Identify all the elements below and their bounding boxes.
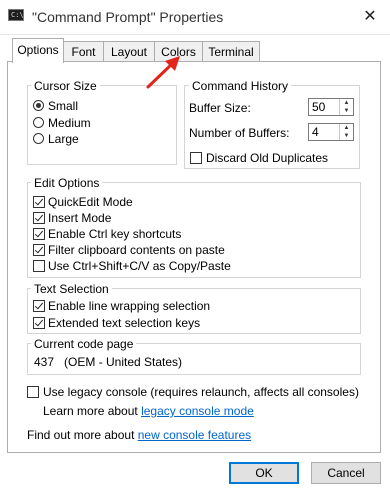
quickedit-label: QuickEdit Mode [48, 195, 133, 209]
ctrl-shift-cv-label: Use Ctrl+Shift+C/V as Copy/Paste [48, 259, 231, 273]
cursor-large-label: Large [48, 132, 79, 146]
buffer-size-label: Buffer Size: [189, 101, 251, 115]
cursor-medium-label: Medium [48, 116, 91, 130]
tab-options[interactable]: Options [12, 38, 64, 63]
ctrl-shift-cv-checkbox[interactable] [33, 260, 45, 272]
discard-duplicates-checkbox[interactable] [190, 152, 202, 164]
discard-duplicates-label: Discard Old Duplicates [206, 151, 329, 165]
window-title: "Command Prompt" Properties [32, 9, 224, 25]
spin-up-icon[interactable]: ▲ [340, 99, 353, 107]
spin-up-icon[interactable]: ▲ [340, 124, 353, 132]
title-bar: C:\ "Command Prompt" Properties ✕ [0, 0, 390, 35]
extended-keys-label: Extended text selection keys [48, 316, 201, 330]
line-wrap-selection-label: Enable line wrapping selection [48, 299, 211, 313]
spin-down-icon[interactable]: ▼ [340, 132, 353, 140]
command-history-legend: Command History [189, 79, 292, 93]
extended-keys-checkbox[interactable] [33, 317, 45, 329]
line-wrap-selection-checkbox[interactable] [33, 300, 45, 312]
annotation-arrow-icon [146, 56, 180, 89]
quickedit-checkbox[interactable] [33, 196, 45, 208]
spin-down-icon[interactable]: ▼ [340, 107, 353, 115]
console-app-icon: C:\ [8, 9, 24, 21]
legacy-console-mode-link[interactable]: legacy console mode [141, 404, 254, 418]
ctrl-shortcuts-label: Enable Ctrl key shortcuts [48, 227, 182, 241]
cursor-size-legend: Cursor Size [31, 79, 100, 93]
cursor-small-radio[interactable] [33, 100, 44, 111]
insert-mode-label: Insert Mode [48, 211, 112, 225]
legacy-learn-prefix: Learn more about [43, 404, 142, 418]
num-buffers-spinner[interactable]: 4 ▲ ▼ [308, 123, 354, 141]
features-prefix: Find out more about [27, 428, 138, 442]
buffer-size-spinner[interactable]: 50 ▲ ▼ [308, 98, 354, 116]
close-button[interactable]: ✕ [352, 3, 388, 31]
cursor-medium-radio[interactable] [33, 117, 44, 128]
insert-mode-checkbox[interactable] [33, 212, 45, 224]
num-buffers-label: Number of Buffers: [189, 126, 290, 140]
legacy-learn-text: Learn more about legacy console mode [43, 404, 254, 418]
cursor-small-label: Small [48, 99, 79, 113]
new-console-features-link[interactable]: new console features [138, 428, 251, 442]
filter-clipboard-label: Filter clipboard contents on paste [48, 243, 225, 257]
features-text: Find out more about new console features [27, 428, 251, 442]
cursor-large-radio[interactable] [33, 133, 44, 144]
cancel-button[interactable]: Cancel [311, 462, 381, 484]
console-icon-glyph: C:\ [11, 11, 24, 19]
legacy-console-label: Use legacy console (requires relaunch, a… [43, 385, 359, 399]
num-buffers-value[interactable]: 4 [312, 125, 319, 139]
text-selection-legend: Text Selection [31, 282, 112, 296]
buffer-size-value[interactable]: 50 [312, 100, 325, 114]
code-page-value: 437 (OEM - United States) [34, 355, 183, 369]
ok-button[interactable]: OK [229, 462, 299, 484]
code-page-legend: Current code page [31, 337, 137, 351]
ctrl-shortcuts-checkbox[interactable] [33, 228, 45, 240]
tab-terminal[interactable]: Terminal [202, 41, 260, 62]
edit-options-legend: Edit Options [31, 176, 103, 190]
filter-clipboard-checkbox[interactable] [33, 244, 45, 256]
legacy-console-checkbox[interactable] [27, 386, 39, 398]
tab-font[interactable]: Font [63, 41, 104, 62]
